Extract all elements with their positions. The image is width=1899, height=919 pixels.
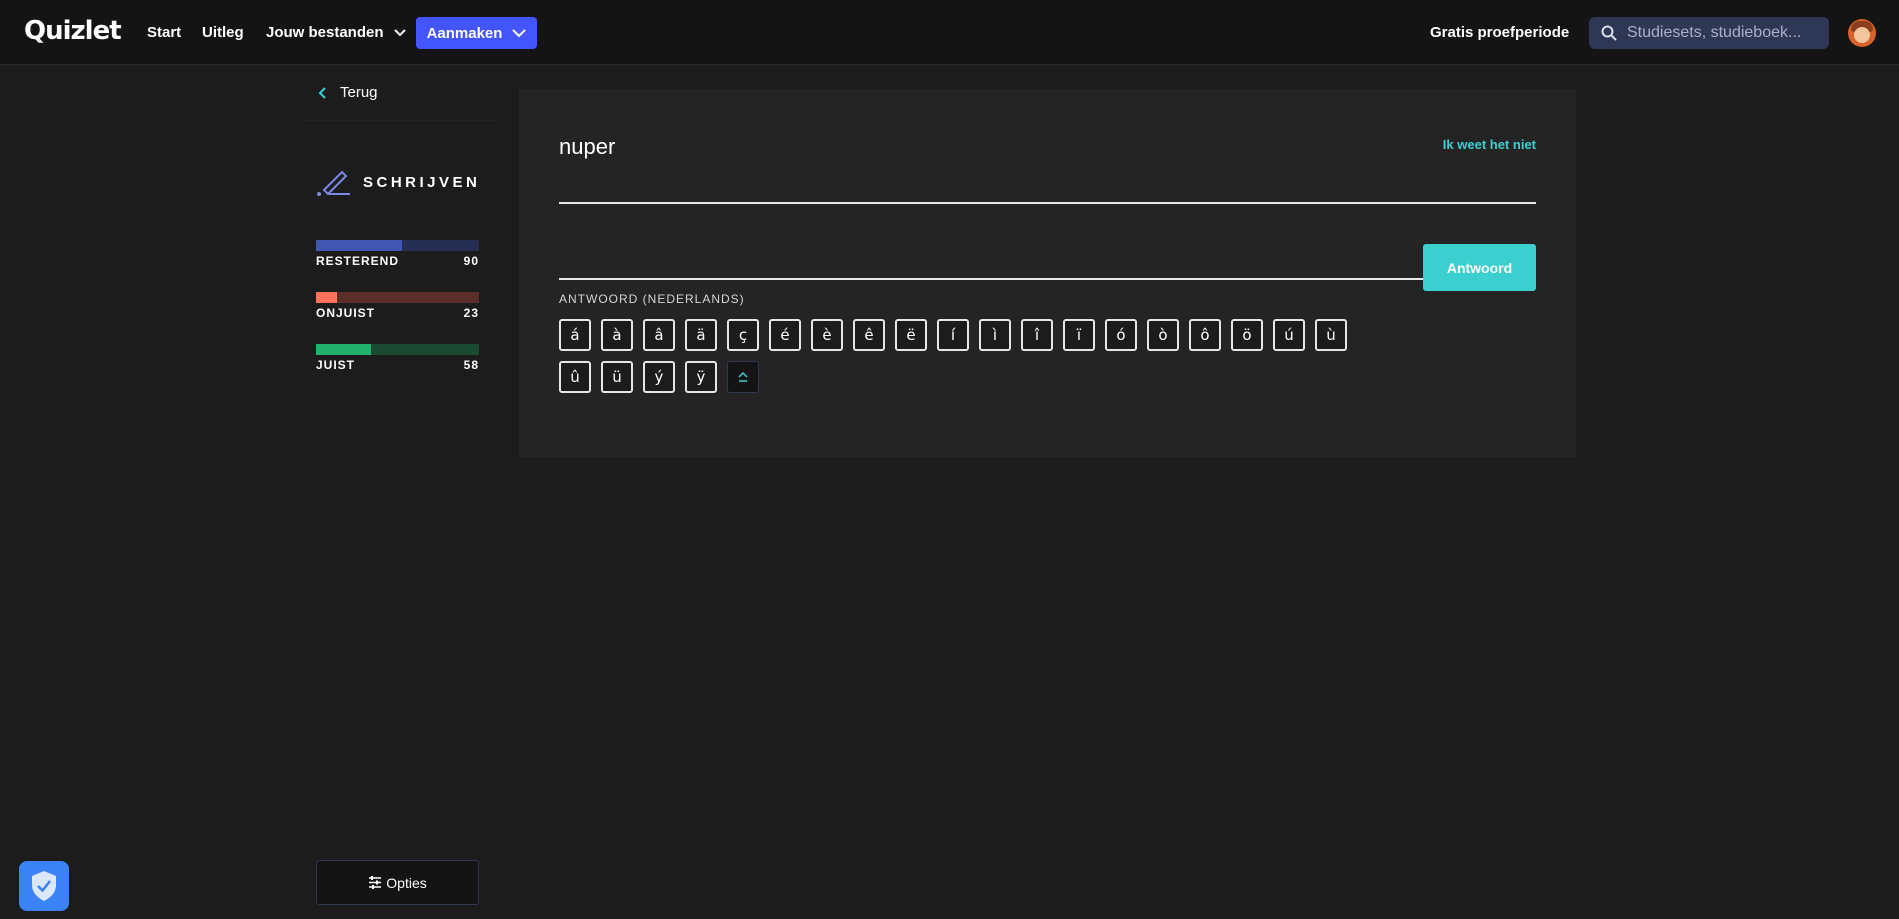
study-mode-label: SCHRIJVEN (363, 173, 481, 191)
dont-know-link[interactable]: Ik weet het niet (1443, 137, 1536, 152)
special-char-button[interactable]: ï (1063, 319, 1095, 351)
special-char-button[interactable]: ä (685, 319, 717, 351)
search-box[interactable] (1589, 17, 1829, 49)
nav-files-label: Jouw bestanden (266, 24, 384, 41)
uppercase-toggle-button[interactable] (727, 361, 759, 393)
incorrect-progress-bar (316, 292, 479, 303)
question-prompt: nuper (559, 134, 616, 159)
remaining-label: RESTEREND (316, 254, 400, 268)
sidebar-divider (300, 120, 496, 121)
shield-check-icon (32, 871, 56, 901)
nav-start-link[interactable]: Start (147, 24, 181, 41)
special-char-button[interactable]: ý (643, 361, 675, 393)
chevron-down-icon (393, 28, 406, 36)
remaining-stat: RESTEREND 90 (316, 240, 479, 268)
back-label: Terug (340, 84, 378, 101)
question-card: nuper Ik weet het niet Antwoord ANTWOORD… (519, 89, 1576, 458)
special-char-button[interactable]: ó (1105, 319, 1137, 351)
options-button[interactable]: Opties (316, 860, 479, 905)
privacy-shield-button[interactable] (19, 861, 69, 911)
special-char-button[interactable]: ú (1273, 319, 1305, 351)
chevron-up-icon (738, 372, 748, 382)
progress-fill (316, 292, 338, 303)
answer-language-label: ANTWOORD (NEDERLANDS) (559, 292, 745, 306)
remaining-count: 90 (463, 254, 479, 268)
special-char-button[interactable]: â (643, 319, 675, 351)
special-char-button[interactable]: ö (1231, 319, 1263, 351)
nav-uitleg-link[interactable]: Uitleg (202, 24, 244, 41)
progress-fill (316, 240, 403, 251)
answer-input[interactable] (559, 244, 1508, 280)
user-avatar[interactable] (1848, 19, 1876, 47)
options-label: Opties (386, 874, 427, 891)
correct-stat: JUIST 58 (316, 344, 479, 372)
correct-count: 58 (463, 358, 479, 372)
chevron-left-icon (318, 86, 326, 99)
correct-progress-bar (316, 344, 479, 355)
special-char-button[interactable]: í (937, 319, 969, 351)
special-char-button[interactable]: ë (895, 319, 927, 351)
special-char-button[interactable]: û (559, 361, 591, 393)
study-mode-header: SCHRIJVEN (316, 168, 480, 196)
search-input[interactable] (1627, 24, 1827, 42)
remaining-progress-bar (316, 240, 479, 251)
top-nav: Quizlet Start Uitleg Jouw bestanden Aanm… (0, 0, 1899, 65)
special-char-button[interactable]: ç (727, 319, 759, 351)
search-icon (1601, 25, 1617, 41)
free-trial-link[interactable]: Gratis proefperiode (1430, 24, 1569, 41)
special-char-button[interactable]: ò (1147, 319, 1179, 351)
special-char-button[interactable]: ê (853, 319, 885, 351)
special-char-button[interactable]: î (1021, 319, 1053, 351)
incorrect-label: ONJUIST (316, 306, 376, 320)
special-char-button[interactable]: é (769, 319, 801, 351)
create-button[interactable]: Aanmaken (416, 17, 537, 49)
prompt-divider (559, 202, 1536, 204)
create-button-label: Aanmaken (426, 24, 503, 42)
special-char-button[interactable]: ô (1189, 319, 1221, 351)
correct-label: JUIST (316, 358, 356, 372)
special-char-button[interactable]: ù (1315, 319, 1347, 351)
special-char-button[interactable]: à (601, 319, 633, 351)
nav-files-dropdown[interactable]: Jouw bestanden (266, 24, 406, 41)
incorrect-count: 23 (463, 306, 479, 320)
sliders-icon (369, 876, 382, 889)
avatar-face (1854, 27, 1870, 43)
chevron-down-icon (512, 28, 527, 37)
incorrect-stat: ONJUIST 23 (316, 292, 479, 320)
answer-button[interactable]: Antwoord (1423, 244, 1536, 291)
special-char-button[interactable]: è (811, 319, 843, 351)
back-link[interactable]: Terug (318, 84, 378, 101)
special-char-button[interactable]: ü (601, 361, 633, 393)
special-characters: áàâäçéèêëíìîïóòôöúù ûüýÿ (559, 319, 1379, 393)
special-char-button[interactable]: ÿ (685, 361, 717, 393)
special-char-button[interactable]: ì (979, 319, 1011, 351)
quizlet-logo[interactable]: Quizlet (24, 16, 122, 46)
write-pen-icon (317, 170, 350, 196)
progress-fill (316, 344, 372, 355)
special-char-button[interactable]: á (559, 319, 591, 351)
